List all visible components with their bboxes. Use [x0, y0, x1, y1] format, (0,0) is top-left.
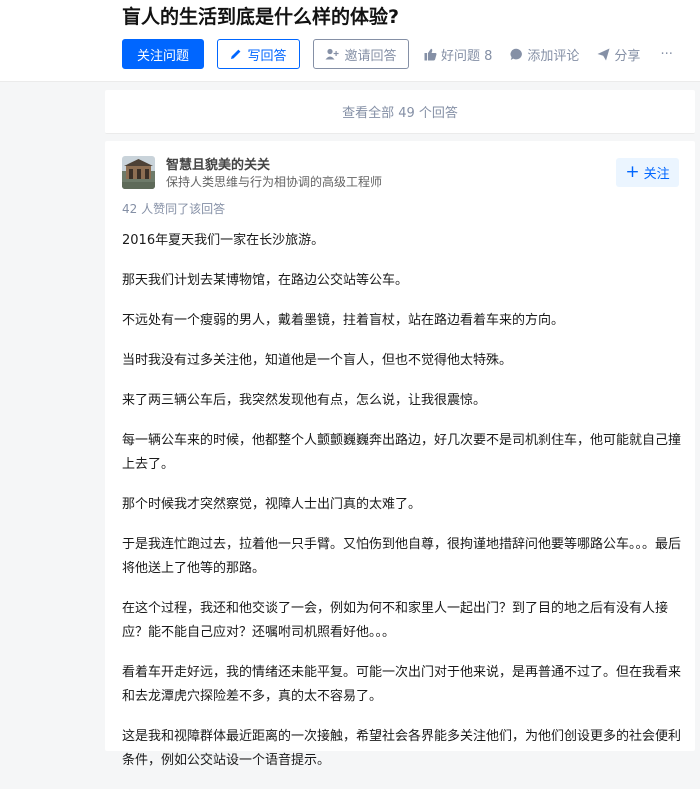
share-button[interactable]: 分享	[597, 45, 640, 64]
add-comment-button[interactable]: 添加评论	[510, 45, 579, 64]
follow-question-button[interactable]: 关注问题	[122, 39, 204, 69]
answer-paragraph: 当时我没有过多关注他，知道他是一个盲人，但也不觉得他太特殊。	[122, 353, 513, 368]
follow-author-button[interactable]: + 关注	[616, 158, 679, 187]
comment-icon	[510, 48, 523, 61]
answer-paragraph: 那个时候我才突然察觉，视障人士出门真的太难了。	[122, 497, 422, 512]
author-name[interactable]: 智慧且貌美的关关	[166, 154, 270, 173]
answer-paragraph: 于是我连忙跑过去，拉着他一只手臂。又怕伤到他自尊，很拘谨地措辞问他要等哪路公车。…	[122, 537, 682, 576]
answer-paragraph: 2016年夏天我们一家在长沙旅游。	[122, 233, 325, 248]
write-answer-button[interactable]: 写回答	[217, 39, 300, 69]
view-all-answers-link[interactable]: 查看全部 49 个回答	[105, 90, 695, 134]
question-actions: 关注问题 写回答 邀请回答 好问题 8 添加评论 分享 ···	[122, 39, 673, 69]
good-question-button[interactable]: 好问题 8	[424, 45, 492, 64]
answer-card: 智慧且貌美的关关 保持人类思维与行为相协调的高级工程师 + 关注 42 人赞同了…	[105, 141, 695, 768]
answer-content: 2016年夏天我们一家在长沙旅游。 那天我们计划去某博物馆，在路边公交站等公车。…	[122, 229, 682, 789]
answer-paragraph: 这是我和视障群体最近距离的一次接触，希望社会各界能多关注他们，为他们创设更多的社…	[122, 729, 682, 768]
answer-paragraph: 每一辆公车来的时候，他都整个人颤颤巍巍奔出路边，好几次要不是司机刹住车，他可能就…	[122, 433, 682, 472]
question-header: 盲人的生活到底是什么样的体验? 关注问题 写回答 邀请回答 好问题 8 添加评论	[0, 0, 700, 82]
write-answer-label: 写回答	[247, 48, 287, 64]
plus-icon: +	[625, 162, 640, 182]
answer-paragraph: 看着车开走好远，我的情绪还未能平复。可能一次出门对于他来说，是再普通不过了。但在…	[122, 665, 682, 704]
invite-answer-label: 邀请回答	[344, 48, 397, 64]
share-label: 分享	[614, 48, 641, 64]
invite-answer-button[interactable]: 邀请回答	[313, 39, 409, 69]
follow-author-label: 关注	[643, 167, 670, 182]
thumbs-up-icon	[424, 48, 437, 61]
add-user-icon	[325, 48, 340, 60]
answer-paragraph: 那天我们计划去某博物馆，在路边公交站等公车。	[122, 273, 409, 288]
vote-count: 42 人赞同了该回答	[122, 202, 226, 216]
answer-paragraph: 不远处有一个瘦弱的男人，戴着墨镜，拄着盲杖，站在路边看着车来的方向。	[122, 313, 565, 328]
add-comment-label: 添加评论	[527, 48, 580, 64]
pencil-icon	[230, 48, 242, 60]
answer-paragraph: 来了两三辆公车后，我突然发现他有点，怎么说，让我很震惊。	[122, 393, 487, 408]
answer-paragraph: 在这个过程，我还和他交谈了一会，例如为何不和家里人一起出门？到了目的地之后有没有…	[122, 601, 669, 640]
paper-plane-icon	[597, 48, 610, 61]
good-question-label: 好问题 8	[441, 48, 493, 64]
author-bio: 保持人类思维与行为相协调的高级工程师	[166, 175, 383, 189]
avatar[interactable]	[122, 156, 155, 189]
question-title[interactable]: 盲人的生活到底是什么样的体验?	[122, 2, 399, 29]
more-options-button[interactable]: ···	[660, 47, 672, 62]
